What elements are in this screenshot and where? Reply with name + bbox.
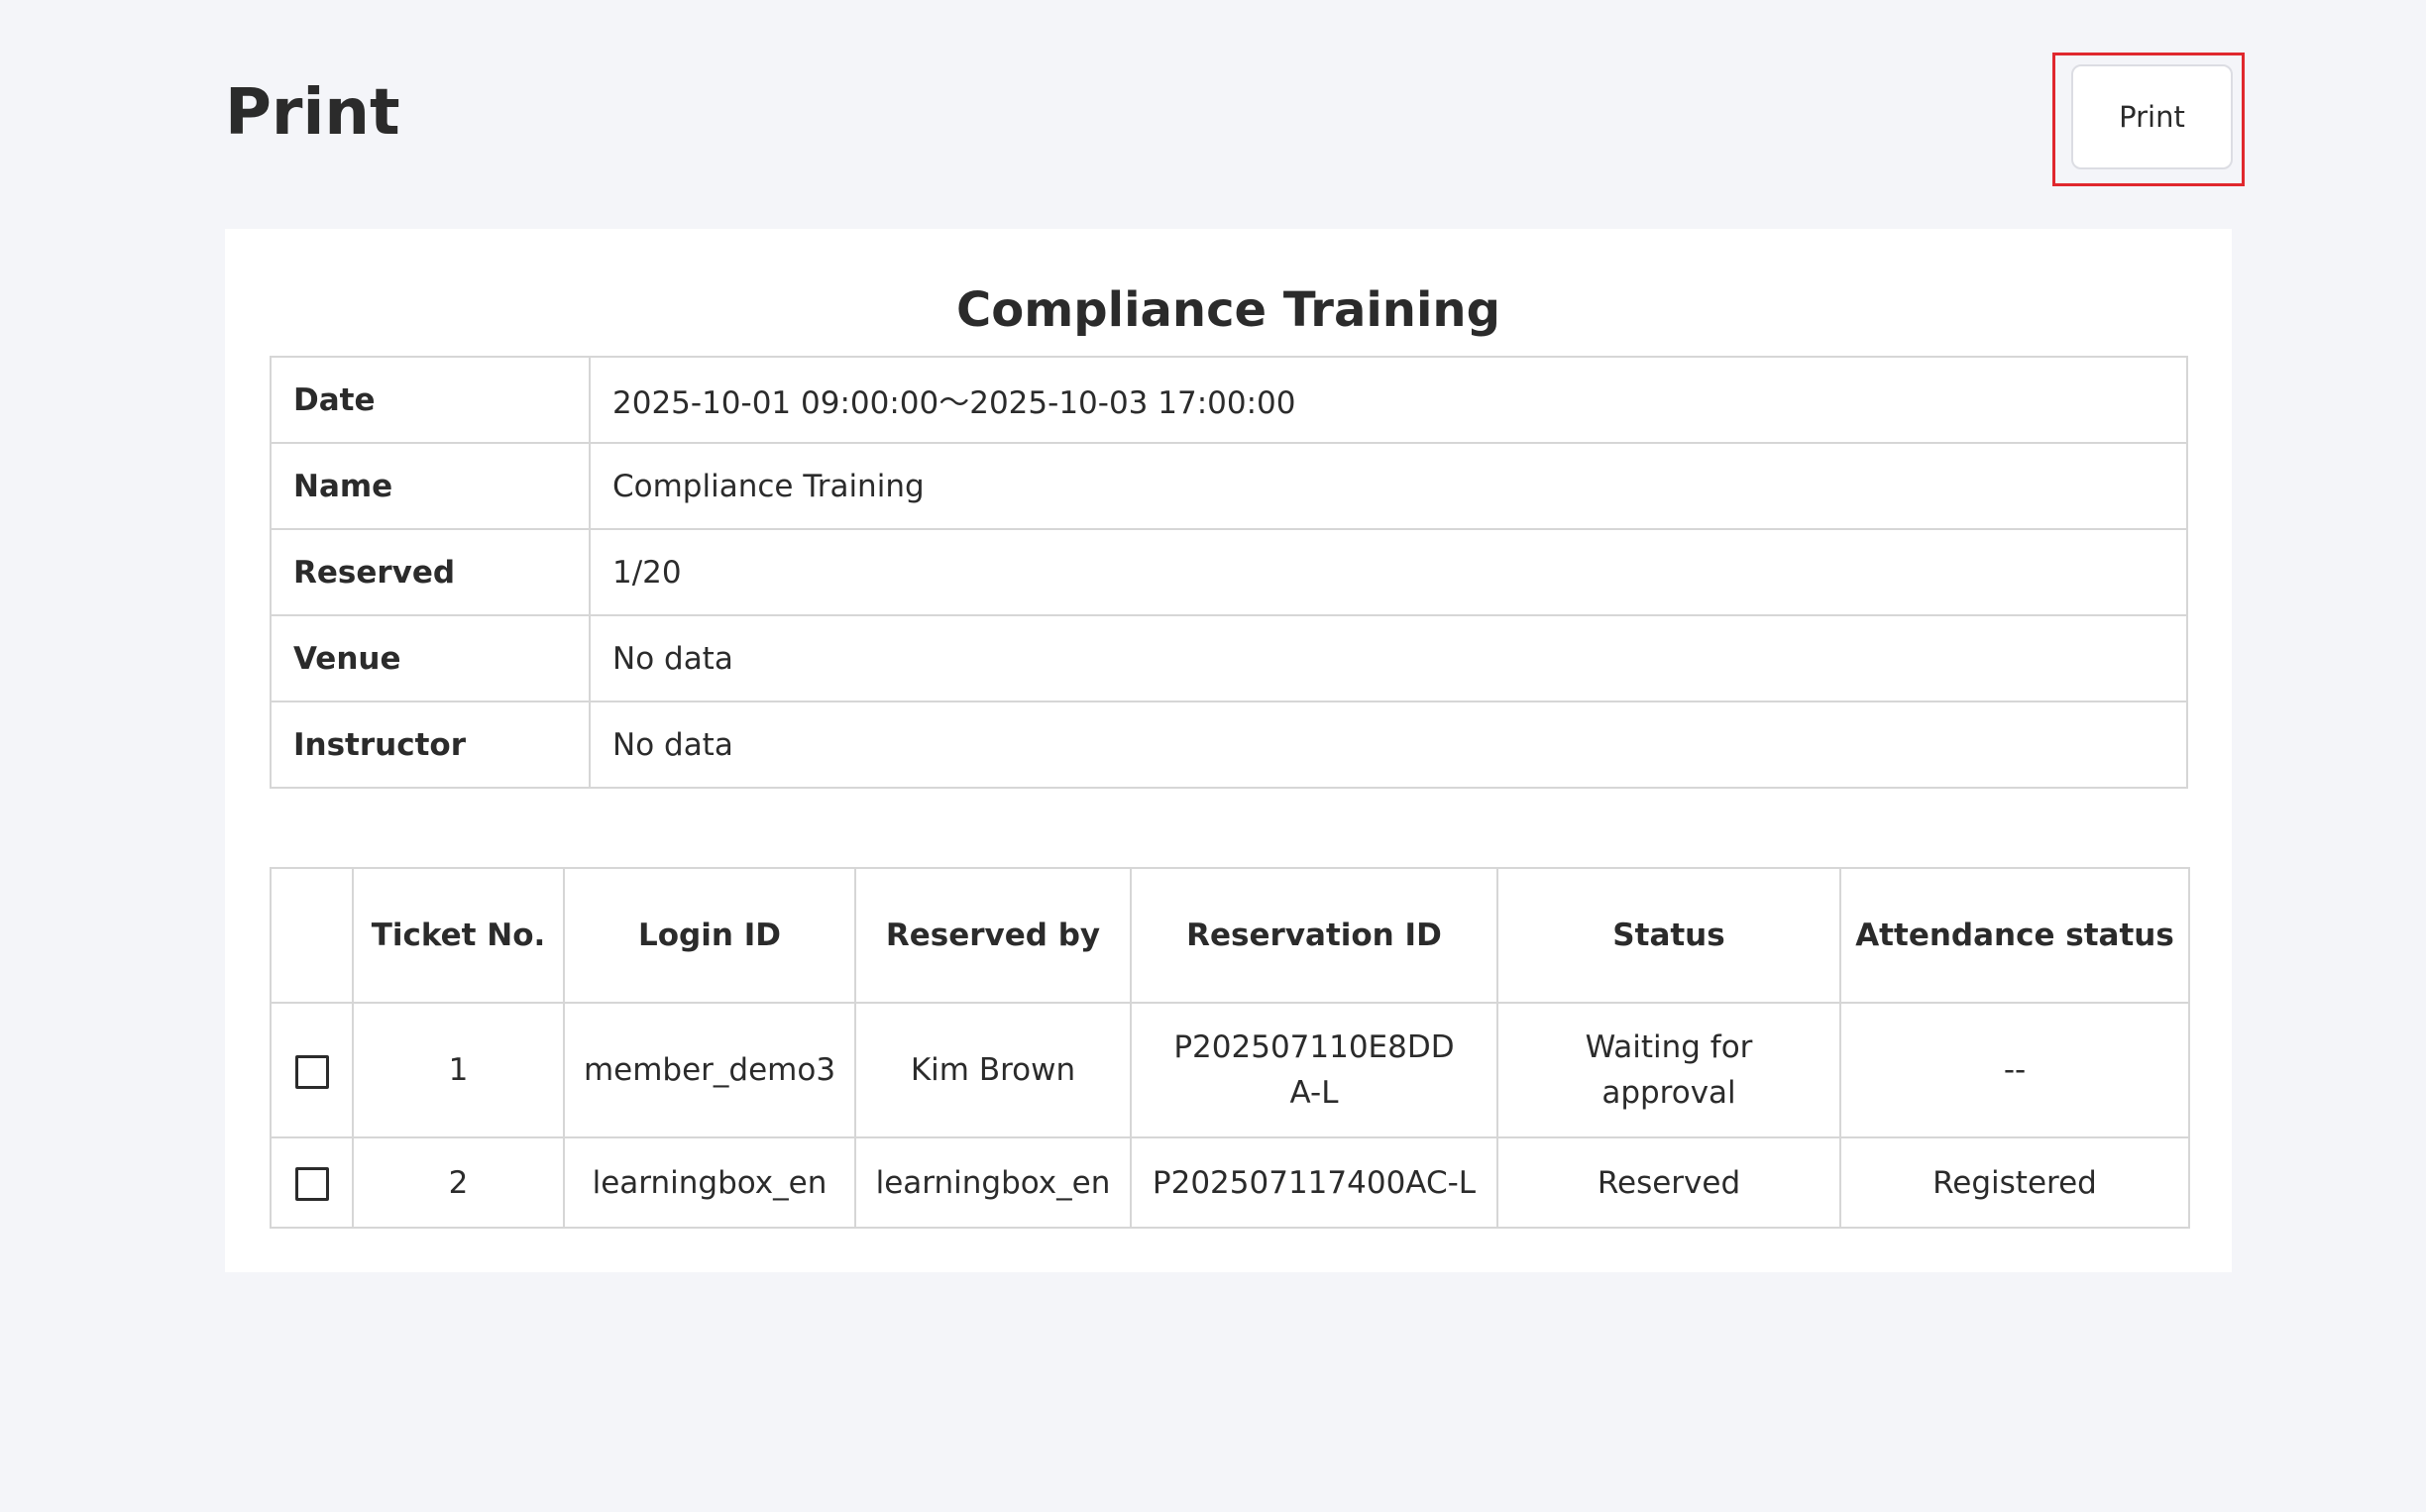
info-row-instructor: Instructor No data <box>270 701 2188 789</box>
attendance-cell: Registered <box>1839 1136 2190 1229</box>
row-select-cell <box>270 1002 354 1138</box>
ticket-no-cell: 1 <box>352 1002 565 1138</box>
login-id-cell: member_demo3 <box>563 1002 856 1138</box>
document-title: Compliance Training <box>956 282 1500 338</box>
info-value: 1/20 <box>589 528 2188 616</box>
column-header-status: Status <box>1496 867 1841 1004</box>
reserved-by-cell: learningbox_en <box>854 1136 1132 1229</box>
reservations-table: Ticket No. Login ID Reserved by Reservat… <box>270 867 2190 1229</box>
info-row-date: Date 2025-10-01 09:00:00～2025-10-03 17:0… <box>270 356 2188 444</box>
reservation-id-text: P202507110E8DDA-L <box>1173 1029 1455 1111</box>
column-header-reservation-id: Reservation ID <box>1130 867 1498 1004</box>
column-header-reserved-by: Reserved by <box>854 867 1132 1004</box>
row-select-cell <box>270 1136 354 1229</box>
info-value: No data <box>589 701 2188 789</box>
column-header-login-id: Login ID <box>563 867 856 1004</box>
info-label: Date <box>270 356 591 444</box>
row-checkbox[interactable] <box>294 1054 329 1089</box>
reservation-id-cell: P202507110E8DDA-L <box>1130 1002 1498 1138</box>
print-button[interactable]: Print <box>2071 64 2233 169</box>
reserved-by-cell: Kim Brown <box>854 1002 1132 1138</box>
table-row: 1 member_demo3 Kim Brown P202507110E8DDA… <box>270 1002 2190 1138</box>
info-label: Reserved <box>270 528 591 616</box>
reservation-id-cell: P202507117400AC-L <box>1130 1136 1498 1229</box>
info-row-venue: Venue No data <box>270 614 2188 702</box>
attendance-cell: -- <box>1839 1002 2190 1138</box>
info-value: 2025-10-01 09:00:00～2025-10-03 17:00:00 <box>589 356 2188 444</box>
ticket-no-cell: 2 <box>352 1136 565 1229</box>
column-header-ticket-no: Ticket No. <box>352 867 565 1004</box>
event-info-table: Date 2025-10-01 09:00:00～2025-10-03 17:0… <box>270 356 2188 789</box>
page-title: Print <box>225 76 400 150</box>
table-row: 2 learningbox_en learningbox_en P2025071… <box>270 1136 2190 1229</box>
login-id-cell: learningbox_en <box>563 1136 856 1229</box>
status-text: Waiting for approval <box>1585 1029 1753 1111</box>
print-sheet: Compliance Training Date 2025-10-01 09:0… <box>225 229 2232 1272</box>
info-value: No data <box>589 614 2188 702</box>
info-row-name: Name Compliance Training <box>270 442 2188 530</box>
info-label: Instructor <box>270 701 591 789</box>
column-header-select <box>270 867 354 1004</box>
status-cell: Reserved <box>1496 1136 1841 1229</box>
row-checkbox[interactable] <box>294 1167 329 1201</box>
status-cell: Waiting for approval <box>1496 1002 1841 1138</box>
info-label: Name <box>270 442 591 530</box>
info-label: Venue <box>270 614 591 702</box>
info-value: Compliance Training <box>589 442 2188 530</box>
table-header-row: Ticket No. Login ID Reserved by Reservat… <box>270 867 2190 1004</box>
column-header-attendance: Attendance status <box>1839 867 2190 1004</box>
info-row-reserved: Reserved 1/20 <box>270 528 2188 616</box>
